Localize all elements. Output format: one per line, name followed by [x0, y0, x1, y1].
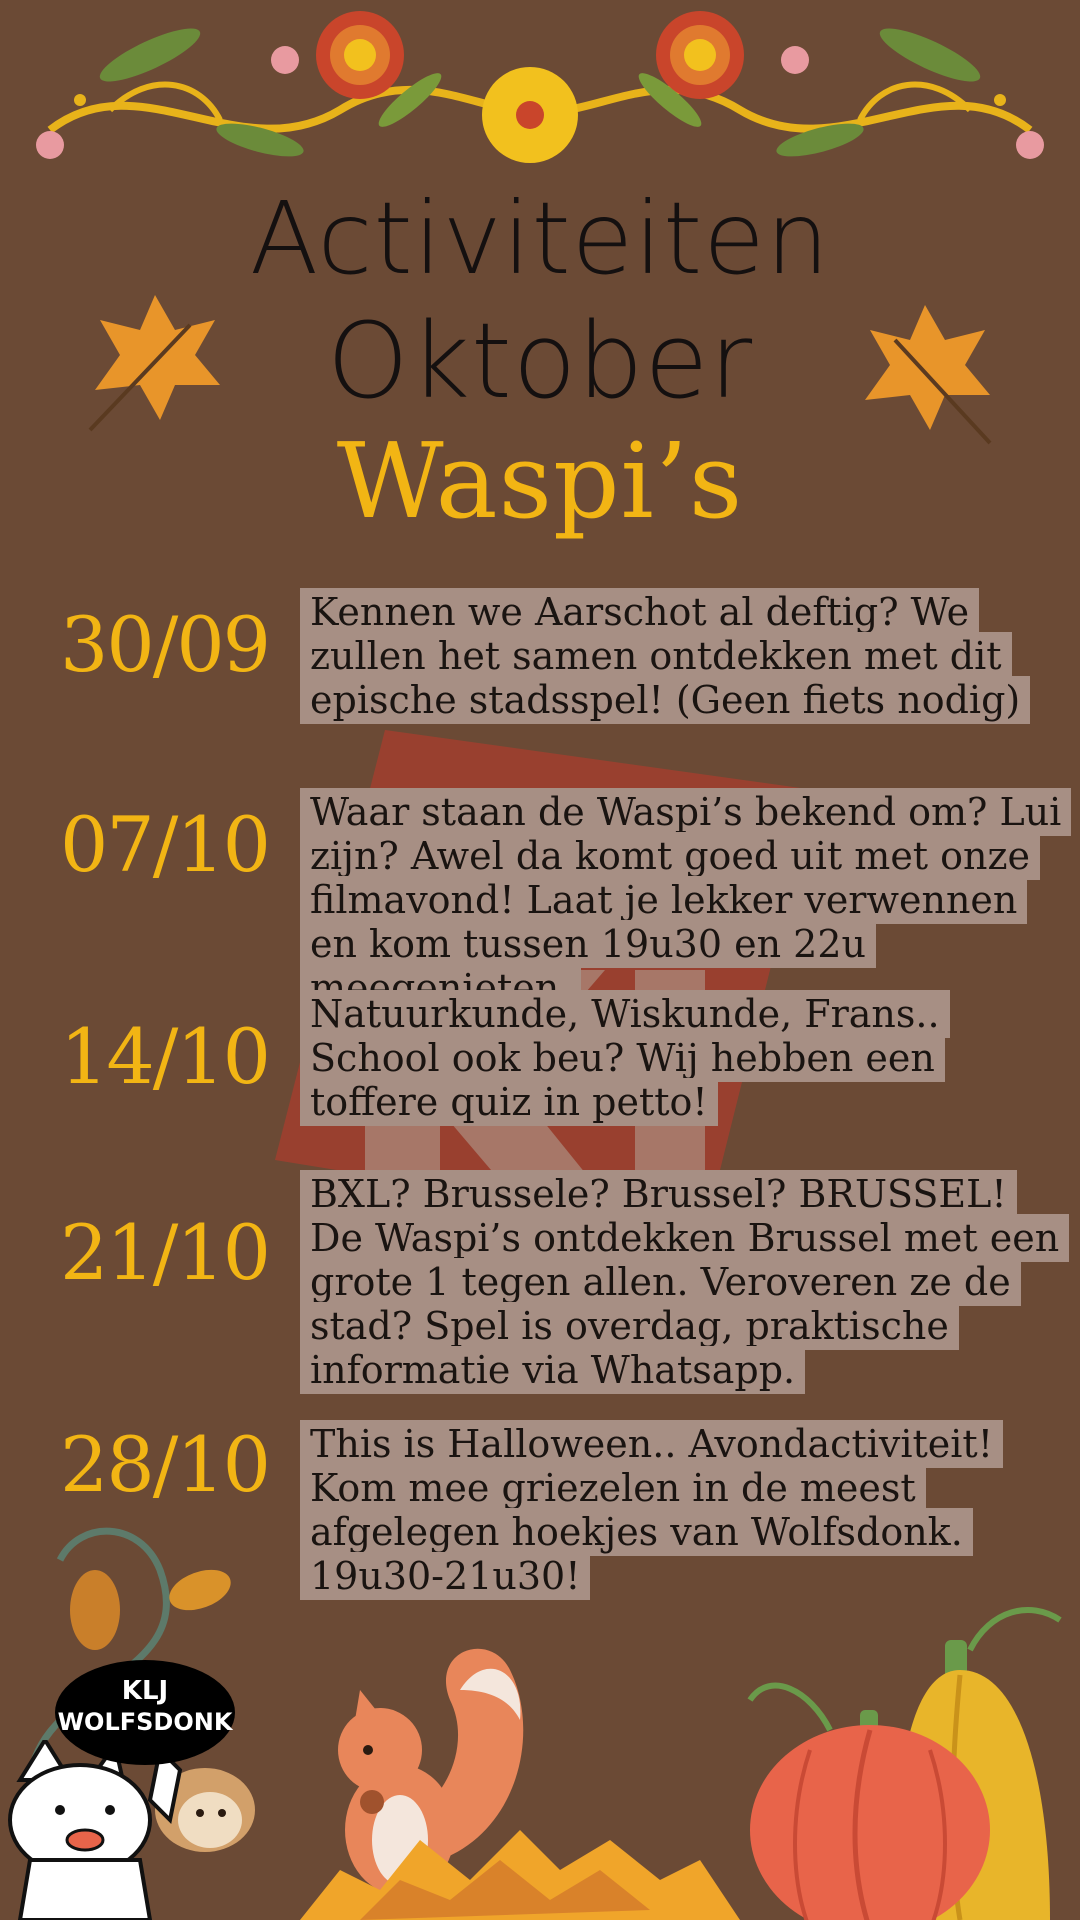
activity-date: 14/10	[60, 1012, 271, 1101]
activity-description: This is Halloween.. Avondactiviteit! Kom…	[300, 1420, 1070, 1600]
pumpkin-icon	[747, 1607, 1062, 1920]
activity-description: Kennen we Aarschot al deftig? We zullen …	[300, 588, 1070, 724]
wolf-mascot-icon	[8, 1740, 183, 1920]
leaf-pile-decoration	[300, 1830, 740, 1920]
title-line-2: Oktober	[326, 300, 754, 422]
title-line-1: Activiteiten	[249, 180, 831, 297]
logo: KLJ WOLFSDONK	[55, 1660, 235, 1765]
activity-date: 07/10	[60, 800, 271, 889]
logo-line-2: WOLFSDONK	[57, 1708, 233, 1736]
title-line-3: Waspi’s	[336, 420, 744, 542]
activity-date: 30/09	[60, 600, 271, 689]
activity-description: BXL? Brussele? Brussel? BRUSSEL! De Wasp…	[300, 1170, 1070, 1394]
activity-description: Waar staan de Waspi’s bekend om? Lui zij…	[300, 788, 1072, 1012]
activity-description: Natuurkunde, Wiskunde, Frans.. School oo…	[300, 990, 1070, 1126]
logo-line-1: KLJ	[121, 1676, 169, 1706]
activity-date: 21/10	[60, 1208, 271, 1297]
flower-garland-icon	[36, 11, 1044, 163]
